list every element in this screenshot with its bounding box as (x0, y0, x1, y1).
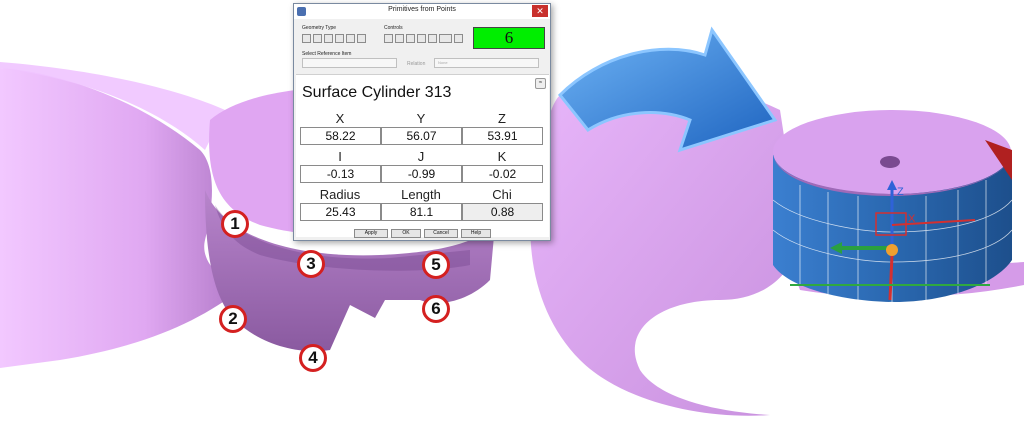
header-chi: Chi (492, 187, 512, 202)
plane-icon[interactable] (335, 34, 344, 43)
value-z[interactable]: 53.91 (462, 127, 543, 145)
value-k[interactable]: -0.02 (462, 165, 543, 183)
close-button[interactable]: ✕ (532, 5, 548, 17)
value-length[interactable]: 81.1 (381, 203, 462, 221)
relation-label: Relation (407, 61, 426, 67)
header-z: Z (498, 111, 506, 126)
value-radius[interactable]: 25.43 (300, 203, 381, 221)
axis-label-x: X (908, 213, 916, 225)
point-marker-6: 6 (422, 295, 450, 323)
header-radius: Radius (319, 187, 361, 202)
collapse-button[interactable]: ≈ (535, 78, 546, 89)
dialog-title: Primitives from Points (388, 6, 456, 13)
select-reference-label: Select Reference Item (302, 51, 352, 57)
header-x: X (335, 111, 345, 126)
settings-icon[interactable] (454, 34, 463, 43)
right-scan-surface (530, 78, 800, 416)
point-marker-5: 5 (422, 251, 450, 279)
filter-icon[interactable] (428, 34, 437, 43)
reference-item-select[interactable] (302, 58, 397, 68)
edit-icon[interactable] (417, 34, 426, 43)
help-button[interactable]: Help (461, 229, 491, 238)
header-i: I (338, 149, 342, 164)
point-count-display: 6 (473, 27, 545, 49)
point-marker-4: 4 (299, 344, 327, 372)
measure-icon[interactable] (406, 34, 415, 43)
primitives-dialog: Primitives from Points ✕ Geometry Type C… (293, 3, 551, 241)
point-marker-1: 1 (221, 210, 249, 238)
sphere-icon[interactable] (357, 34, 366, 43)
value-chi[interactable]: 0.88 (462, 203, 543, 221)
feature-title: Surface Cylinder 313 (302, 84, 452, 101)
dialog-titlebar[interactable]: Primitives from Points ✕ (294, 4, 550, 19)
value-x[interactable]: 58.22 (300, 127, 381, 145)
point-marker-3: 3 (297, 250, 325, 278)
fitted-cylinder (772, 110, 1013, 302)
relation-select[interactable]: None (434, 58, 539, 68)
value-j[interactable]: -0.99 (381, 165, 462, 183)
circle-icon[interactable] (324, 34, 333, 43)
geometry-type-label: Geometry Type (302, 25, 337, 31)
ok-button[interactable]: OK (391, 229, 421, 238)
keyboard-icon[interactable] (439, 34, 452, 43)
header-k: K (497, 149, 507, 164)
header-length: Length (401, 187, 441, 202)
point-icon[interactable] (302, 34, 311, 43)
previous-icon[interactable] (395, 34, 404, 43)
point-marker-2: 2 (219, 305, 247, 333)
controls-label: Controls (384, 25, 403, 31)
cancel-button[interactable]: Cancel (424, 229, 458, 238)
apply-button[interactable]: Apply (354, 229, 388, 238)
header-y: Y (416, 111, 426, 126)
feature-panel: Surface Cylinder 313 ≈ X Y Z 58.22 56.07… (296, 74, 549, 237)
line-icon[interactable] (313, 34, 322, 43)
value-i[interactable]: -0.13 (300, 165, 381, 183)
header-j: J (417, 149, 425, 164)
first-icon[interactable] (384, 34, 393, 43)
axis-label-z: Z (897, 186, 904, 198)
cone-icon[interactable] (346, 34, 355, 43)
value-y[interactable]: 56.07 (381, 127, 462, 145)
